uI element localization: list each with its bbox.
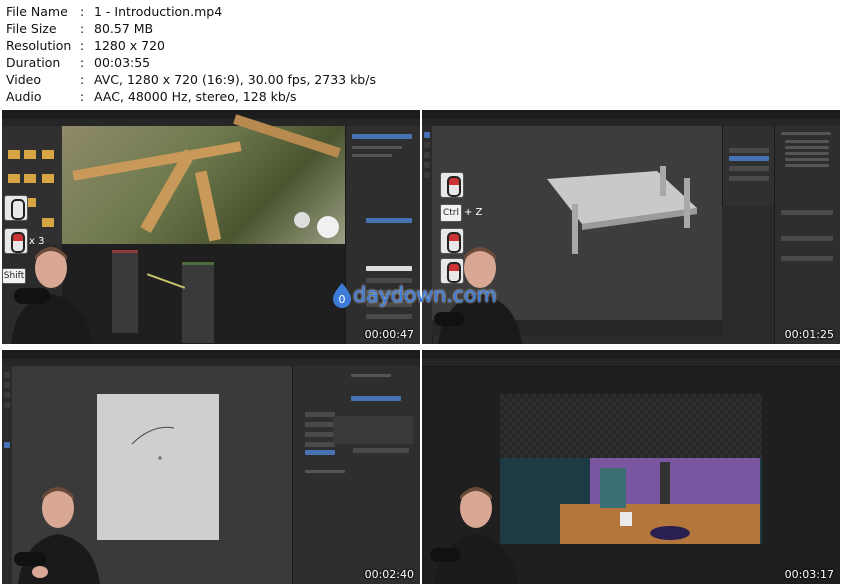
timestamp: 00:00:47	[364, 328, 414, 341]
app-menubar	[422, 350, 840, 359]
app-headerbar	[422, 359, 840, 367]
separator: :	[80, 21, 85, 36]
app-menubar	[422, 110, 840, 119]
separator: :	[80, 89, 85, 104]
mouse-icon	[4, 228, 28, 254]
timestamp: 00:02:40	[364, 568, 414, 581]
duration-value: 00:03:55	[94, 55, 151, 70]
rendered-room	[500, 458, 762, 544]
sidebar-n-panel[interactable]	[722, 126, 775, 206]
separator: :	[80, 55, 85, 70]
properties-panel[interactable]	[292, 366, 420, 584]
file-info: File Name:1 - Introduction.mp4 File Size…	[6, 3, 376, 105]
presenter-video	[430, 487, 518, 584]
thumbnail-2[interactable]: Ctrl + Z 00:01:25	[422, 110, 840, 344]
audio-label: Audio	[6, 89, 42, 104]
ctrl-key: Ctrl	[440, 204, 462, 222]
node-editor[interactable]	[62, 244, 345, 344]
watermark: 0 daydown.com	[331, 282, 497, 308]
file-browser	[2, 126, 62, 244]
separator: :	[80, 72, 85, 87]
resolution-row: Resolution:1280 x 720	[6, 37, 376, 54]
separator: :	[80, 4, 85, 19]
svg-text:0: 0	[339, 293, 346, 306]
resolution-label: Resolution	[6, 38, 72, 53]
app-menubar	[2, 350, 420, 359]
properties-panel[interactable]	[345, 126, 420, 344]
outliner-properties[interactable]	[774, 126, 840, 344]
video-row: Video: AVC, 1280 x 720 (16:9), 30.00 fps,…	[6, 71, 376, 88]
thumbnail-3[interactable]: 00:02:40	[2, 350, 420, 584]
thumbnail-4[interactable]: 00:03:17	[422, 350, 840, 584]
presenter-video	[14, 487, 100, 584]
separator: :	[80, 38, 85, 53]
watermark-text: daydown.com	[353, 283, 497, 307]
mouse-icon	[4, 195, 28, 221]
thumbnail-1[interactable]: x 3 Shift 00:00:47	[2, 110, 420, 344]
file-size-value: 80.57 MB	[94, 21, 154, 36]
timestamp: 00:01:25	[784, 328, 834, 341]
file-name-label: File Name	[6, 4, 68, 19]
duration-row: Duration:00:03:55	[6, 54, 376, 71]
duration-label: Duration	[6, 55, 61, 70]
timestamp: 00:03:17	[784, 568, 834, 581]
audio-row: Audio: AAC, 48000 Hz, stereo, 128 kb/s	[6, 88, 376, 105]
resolution-value: 1280 x 720	[94, 38, 166, 53]
mouse-icon	[440, 172, 464, 198]
file-size-label: File Size	[6, 21, 57, 36]
file-name-value: 1 - Introduction.mp4	[94, 4, 223, 19]
video-value: AVC, 1280 x 720 (16:9), 30.00 fps, 2733 …	[94, 72, 376, 87]
key-combo: + Z	[464, 207, 483, 218]
file-name-row: File Name:1 - Introduction.mp4	[6, 3, 376, 20]
viewport-render[interactable]	[62, 114, 345, 244]
file-size-row: File Size:80.57 MB	[6, 20, 376, 37]
video-label: Video	[6, 72, 42, 87]
app-menubar	[2, 110, 420, 119]
shift-key: Shift	[2, 268, 26, 284]
key-multiplier: x 3	[29, 236, 45, 247]
audio-value: AAC, 48000 Hz, stereo, 128 kb/s	[94, 89, 297, 104]
watermark-icon: 0	[333, 283, 351, 308]
